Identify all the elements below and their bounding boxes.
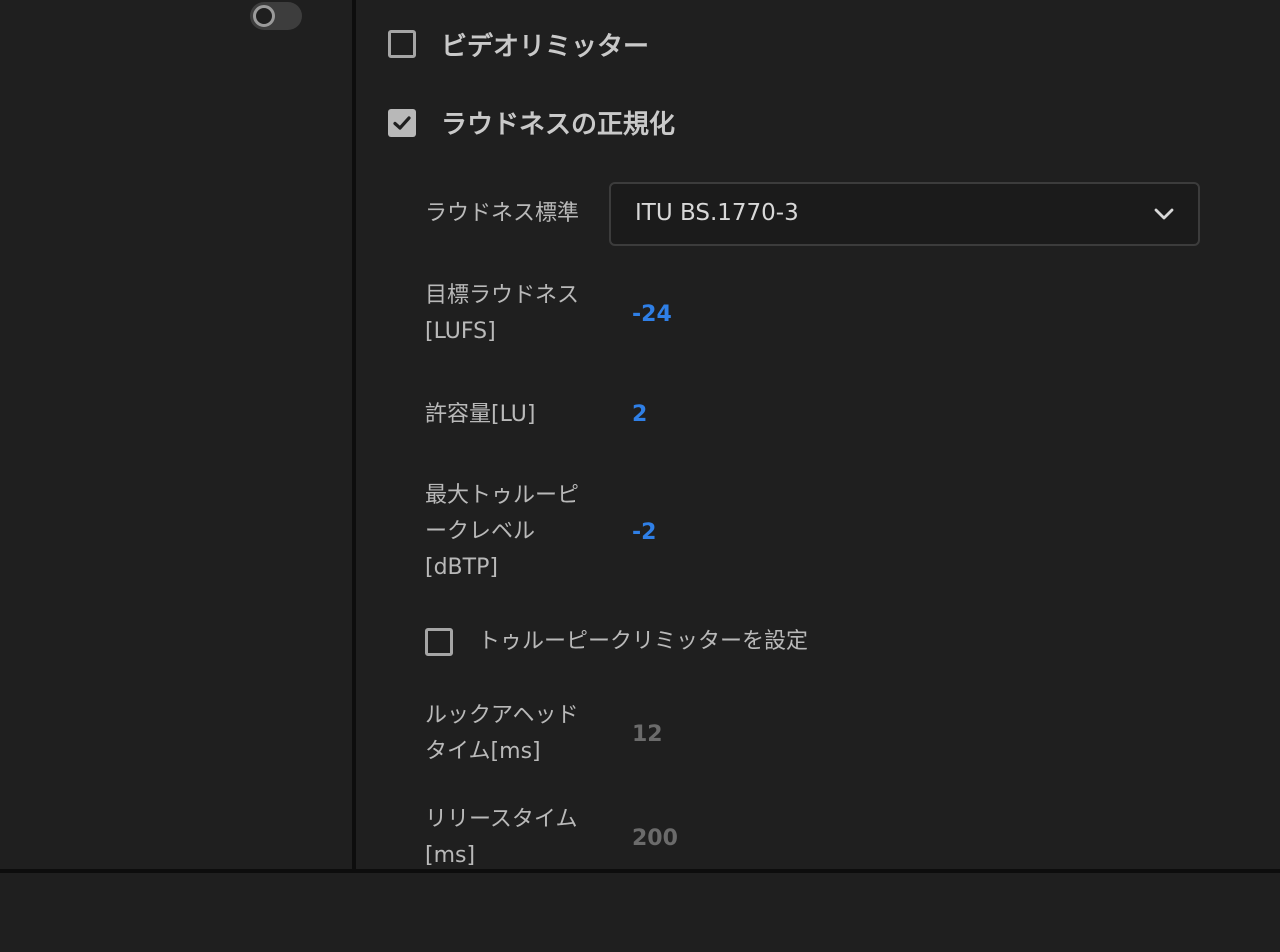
vertical-divider xyxy=(352,0,356,869)
checkmark-icon xyxy=(393,116,411,130)
true-peak-limiter-checkbox[interactable] xyxy=(425,628,453,656)
footer-bar xyxy=(0,873,1280,952)
loudness-standard-value: ITU BS.1770-3 xyxy=(635,200,799,226)
loudness-normalization-checkbox[interactable] xyxy=(388,109,416,137)
loudness-standard-label: ラウドネス標準 xyxy=(425,201,580,226)
loudness-normalization-label[interactable]: ラウドネスの正規化 xyxy=(441,104,675,141)
lookahead-time-label: ルックアヘッド タイム[ms] xyxy=(425,703,579,764)
chevron-down-icon xyxy=(1154,208,1174,220)
true-peak-limiter-label[interactable]: トゥルーピークリミッターを設定 xyxy=(478,624,808,660)
loudness-standard-dropdown[interactable]: ITU BS.1770-3 xyxy=(609,182,1200,246)
tolerance-value[interactable]: 2 xyxy=(632,402,647,427)
max-true-peak-value[interactable]: -2 xyxy=(632,520,656,545)
release-time-value: 200 xyxy=(632,826,678,851)
lookahead-time-value: 12 xyxy=(632,722,663,747)
max-true-peak-label: 最大トゥルーピ ークレベル [dBTP] xyxy=(425,483,580,580)
target-loudness-label: 目標ラウドネス [LUFS] xyxy=(425,283,580,344)
app-window: ビデオリミッター ラウドネスの正規化 ラウドネス標準 ITU BS.1770-3… xyxy=(0,0,1280,952)
toggle-knob xyxy=(253,5,275,27)
release-time-label: リリースタイム [ms] xyxy=(425,807,578,868)
video-limiter-checkbox[interactable] xyxy=(388,30,416,58)
target-loudness-value[interactable]: -24 xyxy=(632,302,672,327)
tolerance-label: 許容量[LU] xyxy=(425,402,536,427)
sidebar-toggle-switch[interactable] xyxy=(250,2,302,30)
video-limiter-label[interactable]: ビデオリミッター xyxy=(441,26,649,63)
left-sidebar xyxy=(0,0,352,869)
